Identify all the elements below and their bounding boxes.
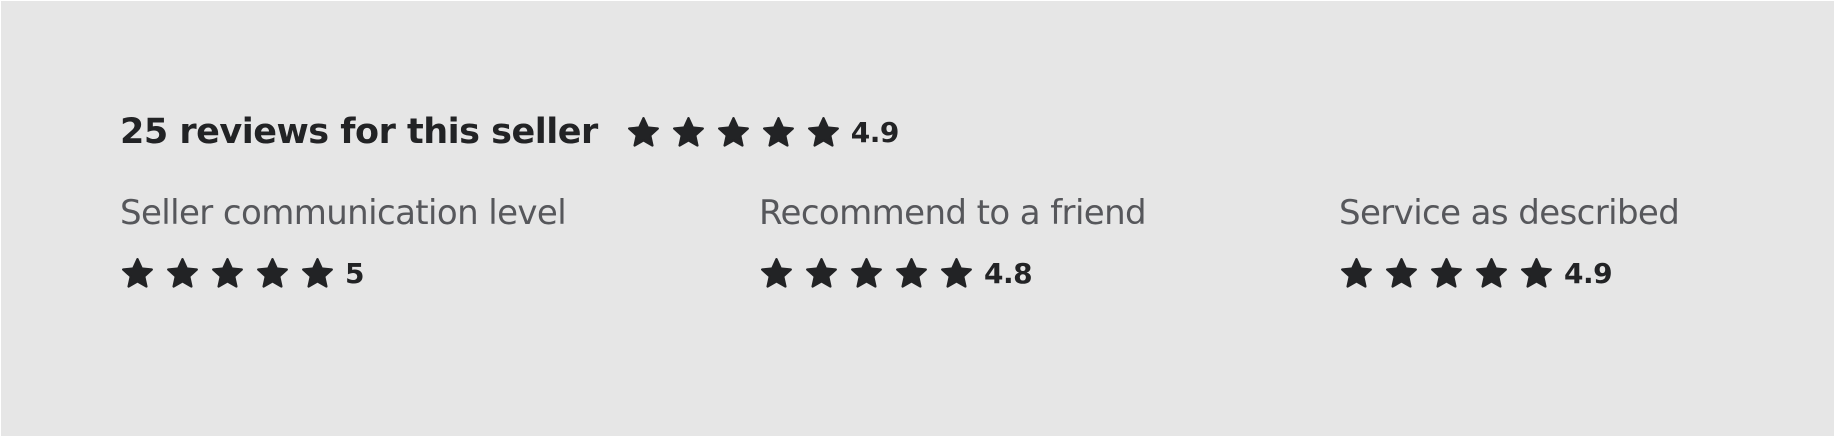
star-icon	[761, 115, 796, 150]
star-icon	[804, 256, 839, 291]
category-star-rating: 4.9	[1339, 253, 1679, 293]
reviews-count-title: 25 reviews for this seller	[120, 112, 598, 152]
star-icon	[1429, 256, 1464, 291]
star-icon	[939, 256, 974, 291]
overall-rating-value: 4.9	[850, 115, 900, 149]
star-icon	[894, 256, 929, 291]
overall-star-rating: 4.9	[626, 115, 899, 150]
star-icon	[1519, 256, 1554, 291]
category-rating-value: 5	[345, 256, 364, 290]
star-icon	[849, 256, 884, 291]
category-recommend-to-friend: Recommend to a friend 4.8	[759, 191, 1147, 293]
category-service-as-described: Service as described 4.9	[1339, 191, 1680, 293]
star-icon	[716, 115, 751, 150]
category-star-rating: 5	[120, 253, 566, 293]
category-label: Seller communication level	[120, 193, 567, 233]
star-icon	[120, 256, 155, 291]
star-icon	[165, 256, 200, 291]
star-icon	[1339, 256, 1374, 291]
reviews-summary-panel: 25 reviews for this seller 4.9 Seller co…	[1, 1, 1834, 436]
star-icon	[626, 115, 661, 150]
category-star-rating: 4.8	[759, 253, 1146, 293]
star-icon	[1384, 256, 1419, 291]
star-icon	[255, 256, 290, 291]
star-icon	[210, 256, 245, 291]
star-icon	[1474, 256, 1509, 291]
category-label: Service as described	[1339, 193, 1680, 233]
category-seller-communication: Seller communication level 5	[120, 191, 567, 293]
reviews-header: 25 reviews for this seller 4.9	[120, 105, 899, 159]
star-icon	[806, 115, 841, 150]
category-rating-value: 4.9	[1564, 256, 1613, 290]
star-icon	[300, 256, 335, 291]
star-icon	[671, 115, 706, 150]
category-label: Recommend to a friend	[759, 193, 1147, 233]
star-icon	[759, 256, 794, 291]
category-rating-value: 4.8	[984, 256, 1033, 290]
